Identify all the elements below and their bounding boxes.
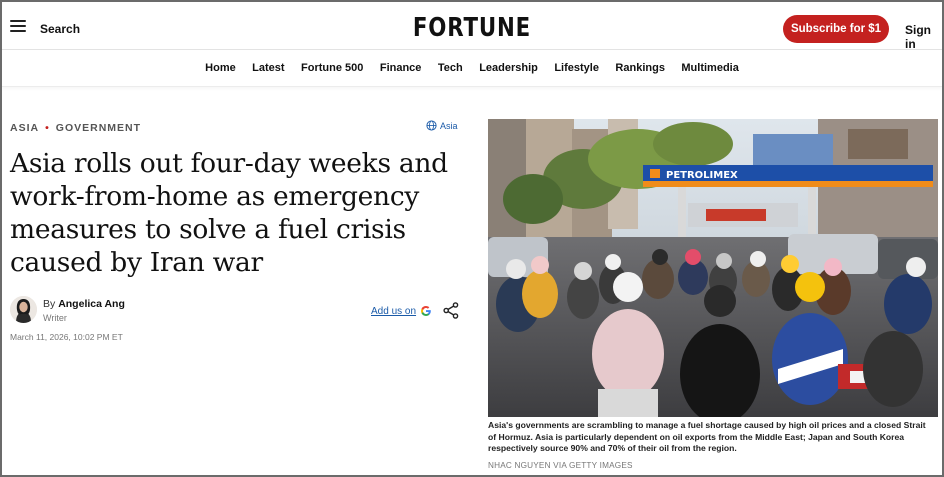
image-caption: Asia's governments are scrambling to man…: [488, 420, 926, 454]
google-icon: [421, 306, 431, 316]
category-link-government[interactable]: GOVERNMENT: [56, 122, 141, 134]
nav-item-rankings[interactable]: Rankings: [615, 51, 665, 85]
nav-item-finance[interactable]: Finance: [380, 51, 422, 85]
article-headline: Asia rolls out four-day weeks and work-f…: [10, 148, 448, 278]
category-separator: •: [45, 122, 50, 134]
byline-prefix: By: [43, 298, 56, 310]
nav-item-lifestyle[interactable]: Lifestyle: [554, 51, 599, 85]
nav-item-home[interactable]: Home: [205, 51, 236, 85]
article-hero-image[interactable]: PETROLIMEX: [488, 119, 938, 417]
region-badge[interactable]: Asia: [426, 120, 458, 131]
nav-item-multimedia[interactable]: Multimedia: [681, 51, 738, 85]
image-credit: NHAC NGUYEN VIA GETTY IMAGES: [488, 461, 633, 470]
nav-item-tech[interactable]: Tech: [438, 51, 463, 85]
main-nav: Home Latest Fortune 500 Finance Tech Lea…: [2, 51, 942, 87]
search-button[interactable]: Search: [40, 22, 80, 36]
hamburger-menu-icon[interactable]: [10, 20, 26, 34]
author-avatar[interactable]: [10, 296, 37, 323]
nav-item-leadership[interactable]: Leadership: [479, 51, 538, 85]
share-icon[interactable]: [443, 302, 459, 324]
site-logo[interactable]: FORTUNE: [87, 13, 858, 43]
nav-item-latest[interactable]: Latest: [252, 51, 284, 85]
globe-icon: [426, 120, 437, 131]
region-badge-label: Asia: [440, 120, 458, 131]
nav-item-fortune-500[interactable]: Fortune 500: [301, 51, 363, 85]
top-header: Search FORTUNE Subscribe for $1 Sign in: [2, 2, 942, 51]
category-link-asia[interactable]: ASIA: [10, 122, 39, 134]
publish-date: March 11, 2026, 10:02 PM ET: [10, 332, 123, 342]
sign-in-link[interactable]: Sign in: [905, 23, 942, 51]
add-us-label: Add us on: [371, 305, 417, 317]
author-role: Writer: [43, 313, 67, 323]
petrolimex-sign: PETROLIMEX: [666, 170, 738, 181]
subscribe-button[interactable]: Subscribe for $1: [783, 15, 889, 43]
byline: By Angelica Ang: [43, 298, 125, 310]
add-us-on-google-link[interactable]: Add us on: [371, 305, 432, 317]
page-frame: Search FORTUNE Subscribe for $1 Sign in …: [0, 0, 944, 477]
article-categories: ASIA • GOVERNMENT: [10, 122, 141, 134]
author-name-link[interactable]: Angelica Ang: [58, 298, 125, 310]
